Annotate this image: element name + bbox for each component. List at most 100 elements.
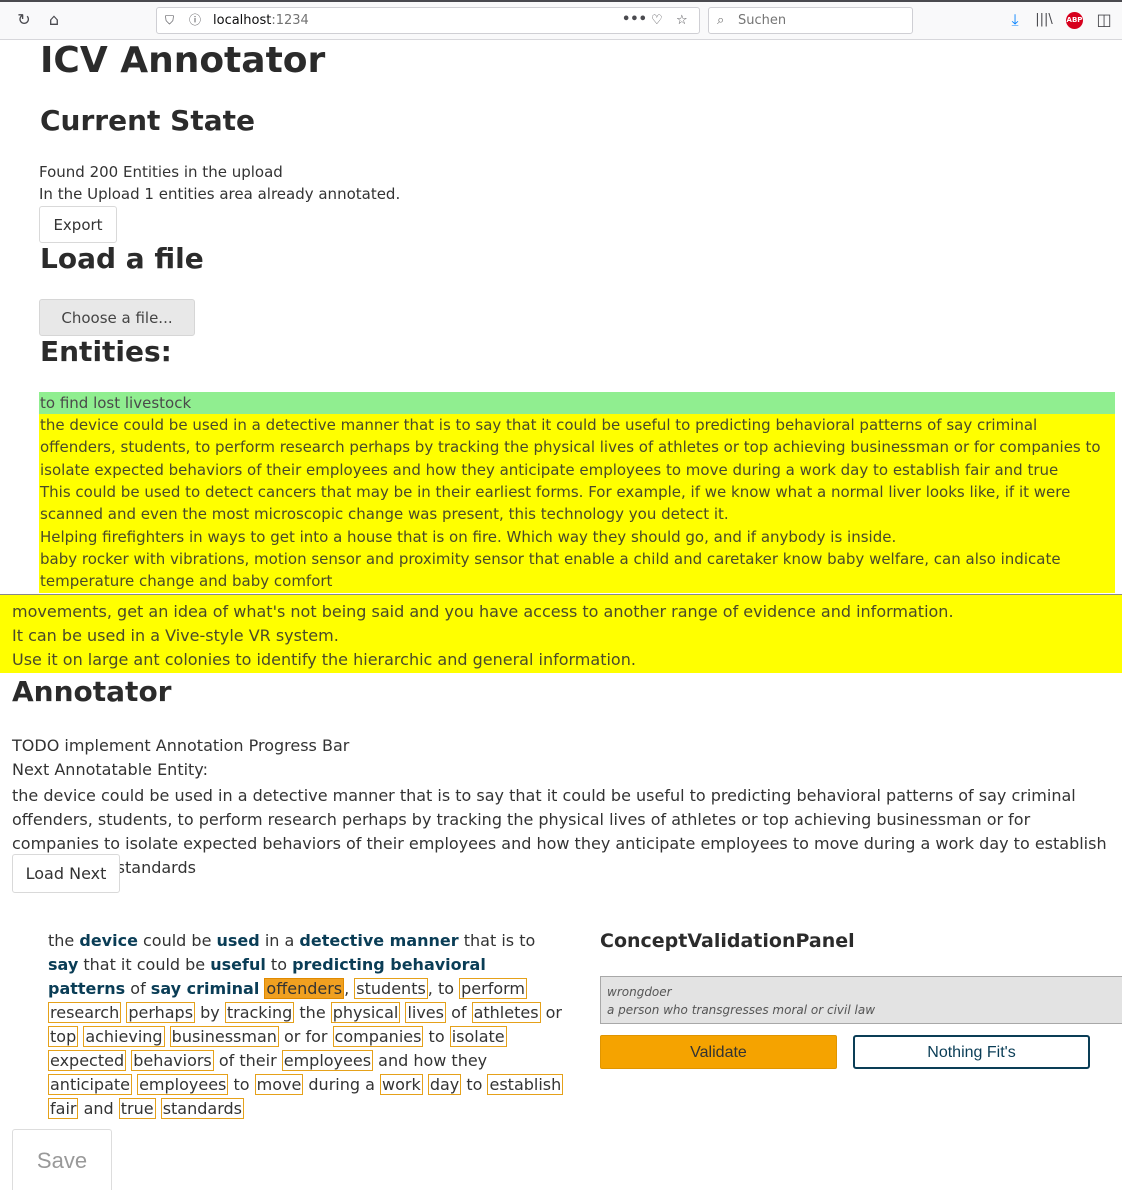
token-text: during a [303,1075,380,1094]
adblock-icon[interactable]: ABP [1066,12,1083,29]
browser-toolbar: ↻ ⌂ ⛉ ⓘ localhost:1234 ••• ♡ ☆ ⌕ ⤓ |||\ … [0,0,1122,40]
token-text-area: the device could be used in a detective … [48,929,568,1121]
page-actions-icon[interactable]: ••• [622,7,647,32]
token-text: , to [427,979,460,998]
concept-suggestion[interactable]: wrongdoer a person who transgresses mora… [600,976,1122,1024]
token[interactable]: isolate [449,1026,507,1047]
entity-list-lower: movements, get an idea of what's not bei… [0,595,1122,673]
load-file-heading: Load a file [40,242,204,275]
token[interactable]: standards [160,1098,244,1119]
concept-phrase[interactable]: detective manner [299,931,458,950]
token[interactable]: businessman [169,1026,279,1047]
token-text: , [344,979,355,998]
token-text: that it could be [78,955,211,974]
pocket-icon[interactable]: ♡ [651,8,663,33]
load-next-button[interactable]: Load Next [12,854,120,893]
concept-phrase[interactable]: useful [210,955,266,974]
entities-found-text: Found 200 Entities in the upload [39,163,283,181]
export-button[interactable]: Export [39,206,117,243]
token[interactable]: behaviors [131,1050,214,1071]
concept-phrase[interactable]: say criminal [151,979,260,998]
annotator-heading: Annotator [12,675,172,708]
concept-phrase[interactable]: device [79,931,138,950]
reload-icon[interactable]: ↻ [14,10,34,30]
tracking-shield-icon[interactable]: ⛉ [165,8,174,33]
token[interactable]: tracking [224,1002,295,1023]
token[interactable]: physical [330,1002,401,1023]
token-text: to [423,1027,450,1046]
token[interactable]: work [380,1074,423,1095]
token-text: to [461,1075,488,1094]
token-text: to [228,1075,255,1094]
search-bar[interactable]: ⌕ [708,7,913,34]
entity-row[interactable]: to find lost livestock [39,392,1115,414]
token[interactable]: employees [137,1074,229,1095]
token-text: by [195,1003,225,1022]
search-input[interactable] [736,10,906,31]
token[interactable]: achieving [83,1026,165,1047]
validate-button[interactable]: Validate [600,1035,837,1069]
library-icon[interactable]: |||\ [1034,10,1054,30]
entity-row[interactable]: It can be used in a Vive-style VR system… [12,624,1110,648]
entity-row[interactable]: Use it on large ant colonies to identify… [12,648,1110,672]
nothing-fits-button[interactable]: Nothing Fit's [853,1035,1090,1069]
site-info-icon[interactable]: ⓘ [189,8,201,33]
token-text: they [451,1051,488,1070]
token[interactable]: students [354,978,428,999]
search-icon: ⌕ [717,13,725,28]
token-text: and how [373,1051,452,1070]
token-text: or [540,1003,562,1022]
token[interactable]: companies [332,1026,424,1047]
token[interactable]: establish [487,1074,564,1095]
token[interactable]: employees [281,1050,374,1071]
token[interactable]: perhaps [126,1002,196,1023]
already-annotated-text: In the Upload 1 entities area already an… [39,185,401,203]
entity-row[interactable]: This could be used to detect cancers tha… [39,481,1115,526]
token[interactable]: perform [459,978,528,999]
entity-row[interactable]: Helping firefighters in ways to get into… [39,526,1115,549]
token[interactable]: top [48,1026,79,1047]
entity-row[interactable]: movements, get an idea of what's not bei… [12,600,1110,624]
concept-phrase[interactable]: used [217,931,260,950]
entities-heading: Entities: [40,335,172,368]
home-icon[interactable]: ⌂ [44,10,64,30]
concept-panel-heading: ConceptValidationPanel [600,930,855,952]
token-text: of [125,979,151,998]
choose-file-button[interactable]: Choose a file... [39,299,195,336]
url-text[interactable]: localhost:1234 [213,8,309,33]
token-text: that is to [458,931,536,950]
selected-token[interactable]: offenders [264,978,345,999]
token-text: in a [259,931,300,950]
token[interactable]: move [254,1074,304,1095]
save-button[interactable]: Save [12,1129,112,1190]
next-entity-text: the device could be used in a detective … [12,786,1107,877]
entity-row[interactable]: baby rocker with vibrations, motion sens… [39,548,1115,593]
app-title: ICV Annotator [40,40,326,81]
token[interactable]: anticipate [48,1074,132,1095]
concept-name: wrongdoer [607,985,672,999]
token-text: and [83,1099,119,1118]
token[interactable]: lives [405,1002,446,1023]
token[interactable]: athletes [471,1002,541,1023]
token[interactable]: fair [48,1098,79,1119]
download-icon[interactable]: ⤓ [1005,10,1025,30]
token-text: of [445,1003,472,1022]
token[interactable]: true [118,1098,156,1119]
token[interactable]: research [48,1002,122,1023]
concept-phrase[interactable]: say [48,955,78,974]
current-state-heading: Current State [40,104,255,137]
next-entity-label: Next Annotatable Entity: [12,760,208,779]
bookmark-star-icon[interactable]: ☆ [676,8,688,33]
window-edge [0,0,1122,2]
token-text: the [48,931,75,950]
token[interactable]: expected [48,1050,127,1071]
token-text: the [294,1003,331,1022]
token[interactable]: day [427,1074,462,1095]
token-text: to [265,955,293,974]
token-text: could be [137,931,217,950]
url-bar[interactable]: ⛉ ⓘ localhost:1234 ••• ♡ ☆ [156,7,700,34]
sidebar-icon[interactable]: ◫ [1094,10,1114,30]
todo-text: TODO implement Annotation Progress Bar [12,736,350,755]
